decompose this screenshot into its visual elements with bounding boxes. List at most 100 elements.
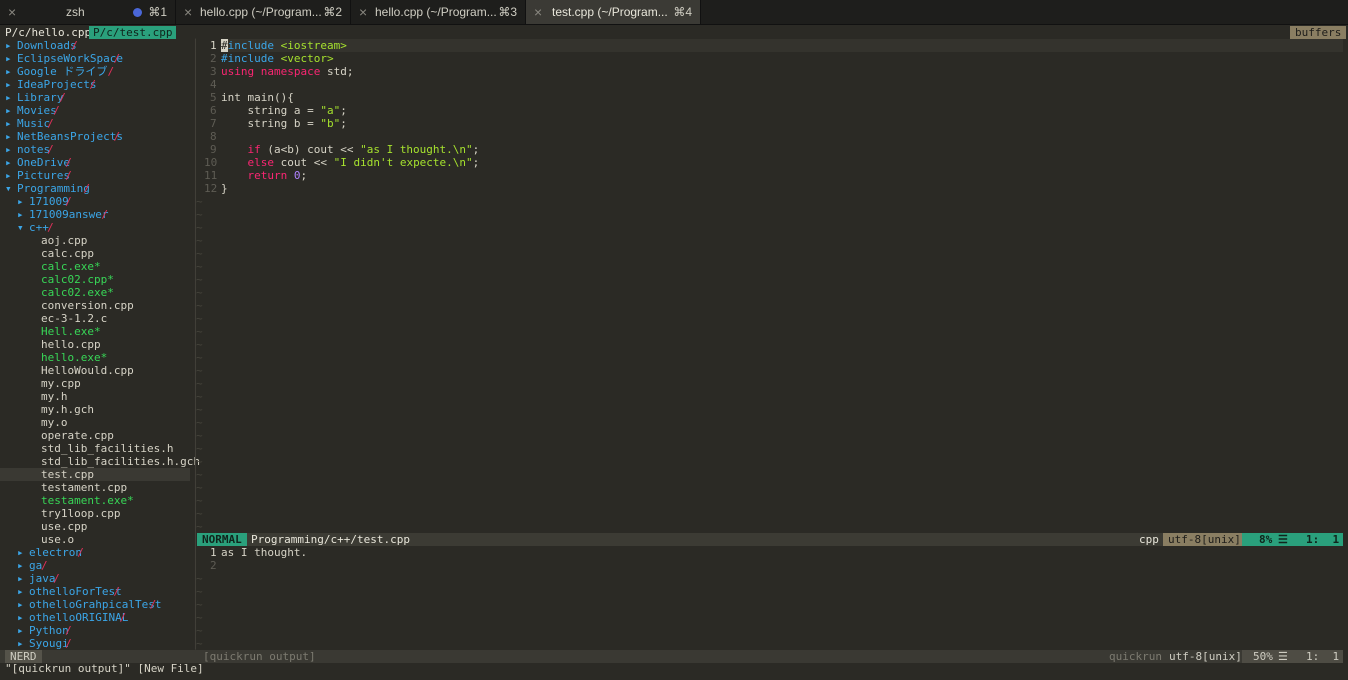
- tree-item[interactable]: ▸ Google ドライブ /: [0, 65, 190, 78]
- tree-item[interactable]: ▸ Movies /: [0, 104, 190, 117]
- terminal-tab[interactable]: × test.cpp (~/Program... ⌘4: [526, 0, 701, 24]
- empty-line-tilde: ~: [196, 507, 203, 520]
- tree-item[interactable]: std_lib_facilities.h.gch: [0, 455, 200, 468]
- tree-item[interactable]: ▸ java /: [0, 572, 190, 585]
- tree-item[interactable]: ▸ othelloForTest /: [0, 585, 190, 598]
- folder-slash: /: [113, 585, 121, 598]
- tree-item[interactable]: ▸ Pictures /: [0, 169, 190, 182]
- tree-item[interactable]: ▸ 171009/: [0, 195, 190, 208]
- terminal-tab-bar: × zsh ⌘1 × hello.cpp (~/Program... ⌘2 × hello.c…: [0, 0, 1348, 25]
- caret-right-icon: ▸: [5, 117, 12, 130]
- tree-item[interactable]: ▸ IdeaProjects /: [0, 78, 190, 91]
- folder-slash: /: [71, 39, 78, 52]
- folder-name: 171009answer: [29, 208, 109, 221]
- terminal-tab[interactable]: × hello.cpp (~/Program... ⌘2: [176, 0, 351, 24]
- tree-item[interactable]: hello.cpp: [0, 338, 190, 351]
- menu-lines-icon: ☰: [1278, 650, 1288, 663]
- tree-item[interactable]: ▸ Downloads /: [0, 39, 190, 52]
- tree-item[interactable]: ▸ Syougi /: [0, 637, 190, 650]
- tree-item[interactable]: ec-3-1.2.c: [0, 312, 190, 325]
- tree-item[interactable]: hello.exe*: [0, 351, 190, 364]
- tree-item[interactable]: ▸ othelloORIGINAL /: [0, 611, 190, 624]
- file-name: operate.cpp: [41, 429, 114, 442]
- tree-item[interactable]: aoj.cpp: [0, 234, 190, 247]
- tab-shortcut: ⌘2: [323, 5, 342, 19]
- terminal-tab[interactable]: × hello.cpp (~/Program... ⌘3: [351, 0, 526, 24]
- tree-item[interactable]: calc.cpp: [0, 247, 190, 260]
- tree-item[interactable]: my.cpp: [0, 377, 190, 390]
- tree-item[interactable]: ▸ othelloGrahpicalTest /: [0, 598, 190, 611]
- empty-line-tilde: ~: [196, 390, 203, 403]
- folder-name: electron: [29, 546, 82, 559]
- split-separator: │: [192, 182, 199, 195]
- close-icon[interactable]: ×: [8, 4, 22, 20]
- caret-right-icon: ▸: [5, 169, 12, 182]
- folder-name: Library: [17, 91, 64, 104]
- tree-item[interactable]: my.h: [0, 390, 190, 403]
- file-name: testament.exe*: [41, 494, 134, 507]
- tree-item[interactable]: ▸ EclipseWorkSpace /: [0, 52, 190, 65]
- tree-item[interactable]: std_lib_facilities.h: [0, 442, 190, 455]
- buffer-tab-active[interactable]: P/c/test.cpp: [89, 26, 177, 39]
- folder-name: c++: [29, 221, 49, 234]
- code-line[interactable]: }: [221, 182, 228, 195]
- tree-item[interactable]: ▸ Python /: [0, 624, 190, 637]
- tree-item[interactable]: calc02.cpp*: [0, 273, 190, 286]
- folder-name: othelloGrahpicalTest: [29, 598, 162, 611]
- tree-item[interactable]: ▸ NetBeansProjects /: [0, 130, 190, 143]
- tree-item[interactable]: ▸ notes /: [0, 143, 190, 156]
- caret-down-icon: ▾: [5, 182, 12, 195]
- close-icon[interactable]: ×: [184, 4, 198, 20]
- file-name: testament.cpp: [41, 481, 128, 494]
- tree-item[interactable]: ▸ Music /: [0, 117, 190, 130]
- tree-item[interactable]: use.o: [0, 533, 190, 546]
- code-line[interactable]: string a = "a";: [221, 104, 346, 117]
- tree-item[interactable]: my.h.gch: [0, 403, 190, 416]
- code-line[interactable]: #include <iostream>: [221, 39, 1343, 52]
- tree-item[interactable]: ▾ Programming /: [0, 182, 190, 195]
- close-icon[interactable]: ×: [534, 4, 548, 20]
- code-line[interactable]: using namespace std;: [221, 65, 353, 78]
- code-token: namespace: [260, 65, 327, 78]
- tree-item[interactable]: ▾ c++ /: [0, 221, 190, 234]
- terminal-tab[interactable]: × zsh ⌘1: [0, 0, 176, 24]
- tab-shortcut: ⌘3: [498, 5, 517, 19]
- file-name: hello.cpp: [41, 338, 101, 351]
- tree-item[interactable]: Hell.exe*: [0, 325, 190, 338]
- code-line[interactable]: int main(){: [221, 91, 294, 104]
- code-line[interactable]: else cout << "I didn't expecte.\n";: [221, 156, 479, 169]
- folder-name: Movies: [17, 104, 57, 117]
- split-separator: │: [192, 117, 199, 130]
- empty-line-tilde: ~: [196, 494, 203, 507]
- file-name: calc02.exe*: [41, 286, 114, 299]
- empty-line-tilde: ~: [196, 260, 203, 273]
- empty-line-tilde: ~: [196, 312, 203, 325]
- code-line[interactable]: return 0;: [221, 169, 307, 182]
- code-line[interactable]: string b = "b";: [221, 117, 346, 130]
- close-icon[interactable]: ×: [359, 4, 373, 20]
- tree-item[interactable]: use.cpp: [0, 520, 190, 533]
- command-line[interactable]: "[quickrun output]" [New File]: [5, 662, 204, 675]
- tree-item[interactable]: HelloWould.cpp: [0, 364, 190, 377]
- tree-item[interactable]: conversion.cpp: [0, 299, 190, 312]
- tree-item[interactable]: my.o: [0, 416, 190, 429]
- buffer-tab[interactable]: P/c/hello.cpp: [5, 26, 91, 39]
- tree-item[interactable]: ▸ OneDrive /: [0, 156, 190, 169]
- line-number: 3: [210, 65, 217, 78]
- tree-item[interactable]: calc02.exe*: [0, 286, 190, 299]
- code-token: #include: [221, 52, 281, 65]
- tree-item[interactable]: testament.exe*: [0, 494, 190, 507]
- tree-item[interactable]: ▸ 171009answer /: [0, 208, 190, 221]
- tree-item[interactable]: ▸ ga /: [0, 559, 190, 572]
- tree-item[interactable]: testament.cpp: [0, 481, 190, 494]
- tree-item[interactable]: calc.exe*: [0, 260, 190, 273]
- code-token: }: [221, 182, 228, 195]
- code-line[interactable]: if (a<b) cout << "as I thought.\n";: [221, 143, 479, 156]
- code-token: "I didn't expecte.\n": [333, 156, 473, 169]
- tree-item[interactable]: try1loop.cpp: [0, 507, 190, 520]
- code-line[interactable]: #include <vector>: [221, 52, 334, 65]
- tree-item[interactable]: operate.cpp: [0, 429, 190, 442]
- tree-item[interactable]: test.cpp: [0, 468, 190, 481]
- tree-item[interactable]: ▸ electron /: [0, 546, 190, 559]
- tree-item[interactable]: ▸ Library /: [0, 91, 190, 104]
